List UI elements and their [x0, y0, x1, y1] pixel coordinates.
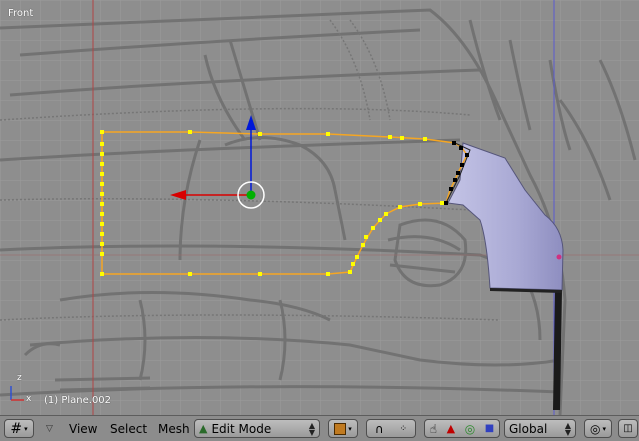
pivot-snap-group[interactable]: ∩ ⁘	[366, 419, 416, 438]
active-object-label: (1) Plane.002	[44, 395, 112, 406]
extra-toggle-button[interactable]: ◫	[618, 419, 638, 438]
viewport-grid	[0, 0, 639, 415]
solid-cube-icon	[334, 422, 347, 435]
hand-icon[interactable]: ☝	[430, 422, 437, 436]
orientation-label: Global	[509, 421, 548, 436]
orientation-selector[interactable]: Global ▲ ▼	[504, 419, 576, 438]
gizmo-x-label: x	[26, 394, 32, 404]
view-type-button[interactable]: # ▾	[4, 419, 34, 438]
mode-selector[interactable]: ▲ Edit Mode ▲ ▼	[194, 419, 320, 438]
grid-icon: #	[10, 420, 23, 437]
draw-type-button[interactable]: ▾	[328, 419, 358, 438]
mesh-menu[interactable]: Mesh	[158, 422, 190, 436]
snap-magnet-icon: ◫	[623, 423, 633, 434]
rotate-circle-icon[interactable]: ◎	[465, 422, 475, 436]
manipulator-group[interactable]: ☝ ▲ ◎ ■	[424, 419, 500, 438]
manipulator-center-icon	[246, 190, 256, 200]
gizmo-z-label: z	[17, 373, 22, 383]
snap-icon[interactable]: ⁘	[400, 424, 408, 434]
proportional-edit-button[interactable]: ◎ ▾	[584, 419, 612, 438]
scale-square-icon[interactable]: ■	[485, 423, 494, 434]
pivot-icon[interactable]: ∩	[375, 422, 384, 436]
viewport-header: # ▾ ▽ View Select Mesh ▲ Edit Mode ▲ ▼ ▾ …	[0, 415, 639, 441]
select-menu[interactable]: Select	[110, 422, 147, 436]
view-menu[interactable]: View	[69, 422, 97, 436]
object-origin-dot[interactable]	[556, 254, 562, 260]
mode-label: Edit Mode	[211, 421, 272, 436]
3d-viewport[interactable]: Front (1) Plane.002 z x	[0, 0, 639, 415]
viewport-canvas[interactable]	[0, 0, 639, 415]
view-name-label: Front	[8, 8, 34, 19]
edit-mesh-icon: ▲	[199, 422, 208, 435]
triangle-down-icon[interactable]: ▽	[46, 424, 53, 434]
proportional-icon: ◎	[590, 421, 601, 436]
translate-triangle-icon[interactable]: ▲	[447, 422, 455, 435]
